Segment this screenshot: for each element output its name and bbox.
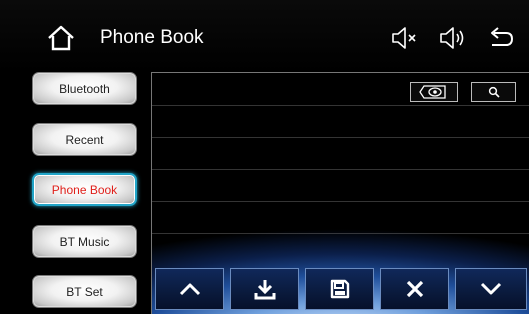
list-row-divider	[152, 137, 529, 138]
sidebar-item-recent[interactable]: Recent	[32, 123, 137, 156]
search-button[interactable]	[471, 82, 516, 102]
volume-button[interactable]	[438, 25, 468, 51]
mute-button[interactable]	[390, 25, 420, 51]
visibility-toggle-icon	[419, 85, 446, 99]
volume-icon	[440, 27, 464, 49]
search-icon	[488, 86, 500, 98]
download-contacts-button[interactable]	[230, 268, 299, 310]
home-button[interactable]	[46, 24, 76, 52]
download-icon	[254, 280, 275, 300]
back-button[interactable]	[486, 25, 516, 51]
sidebar-item-label: Recent	[65, 132, 104, 147]
list-row-divider	[152, 105, 529, 106]
list-row-divider	[152, 201, 529, 202]
scroll-up-button[interactable]	[155, 268, 224, 310]
sidebar-item-bluetooth[interactable]: Bluetooth	[32, 72, 137, 105]
list-row-divider	[152, 233, 529, 234]
back-icon	[491, 27, 514, 46]
save-button[interactable]	[305, 268, 374, 310]
header-bar: Phone Book	[0, 0, 529, 72]
sidebar-item-bt-music[interactable]: BT Music	[32, 225, 137, 258]
sidebar-item-label: BT Music	[59, 234, 110, 249]
chevron-down-icon	[480, 282, 502, 295]
home-icon	[48, 25, 74, 51]
scroll-down-button[interactable]	[455, 268, 527, 310]
list-row-divider	[152, 169, 529, 170]
sidebar-item-label: Phone Book	[51, 182, 118, 197]
save-icon	[330, 279, 349, 299]
sidebar-item-phone-book[interactable]: Phone Book	[32, 173, 137, 206]
sidebar-item-label: Bluetooth	[59, 81, 110, 96]
page-title: Phone Book	[100, 27, 204, 48]
close-icon	[406, 280, 423, 298]
sidebar-item-bt-set[interactable]: BT Set	[32, 275, 137, 308]
delete-button[interactable]	[380, 268, 449, 310]
chevron-up-icon	[179, 283, 200, 296]
visibility-toggle-button[interactable]	[410, 82, 458, 102]
sidebar-item-label: BT Set	[66, 284, 103, 299]
mute-icon	[392, 27, 416, 49]
